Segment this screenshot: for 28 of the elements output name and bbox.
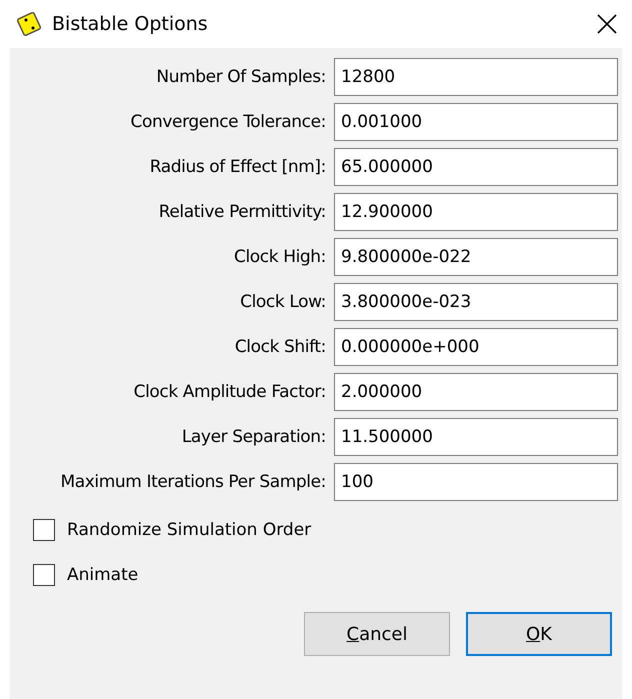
input-field[interactable]: 65.000000 [334, 148, 618, 186]
field-label: Clock Amplitude Factor: [132, 382, 326, 402]
field-label: Number Of Samples: [155, 67, 326, 87]
field-label: Convergence Tolerance: [130, 112, 326, 132]
input-field[interactable]: 0.000000e+000 [334, 328, 618, 366]
input-field[interactable]: 9.800000e-022 [334, 238, 618, 276]
window-title: Bistable Options [52, 13, 209, 35]
checkbox-label: Randomize Simulation Order [67, 520, 312, 540]
input-field[interactable]: 12800 [334, 58, 618, 96]
checkbox-label: Animate [67, 565, 138, 585]
checkbox[interactable] [33, 564, 55, 586]
field-label: Layer Separation: [180, 427, 326, 447]
input-field[interactable]: 12.900000 [334, 193, 618, 231]
field-label: Maximum Iterations Per Sample: [59, 472, 326, 492]
checkbox[interactable] [33, 519, 55, 541]
field-label: Clock High: [233, 247, 326, 267]
field-label: Clock Shift: [234, 337, 326, 357]
dialog-button[interactable]: OK [466, 612, 612, 656]
input-field[interactable]: 100 [334, 463, 618, 501]
field-label: Relative Permittivity: [158, 202, 326, 222]
input-field[interactable]: 0.001000 [334, 103, 618, 141]
input-field[interactable]: 2.000000 [334, 373, 618, 411]
input-field[interactable]: 3.800000e-023 [334, 283, 618, 321]
dialog-button[interactable]: Cancel [304, 612, 450, 656]
field-label: Clock Low: [239, 292, 326, 312]
input-field[interactable]: 11.500000 [334, 418, 618, 456]
close-icon[interactable] [596, 13, 618, 35]
field-label: Radius of Effect [nm]: [148, 157, 326, 177]
